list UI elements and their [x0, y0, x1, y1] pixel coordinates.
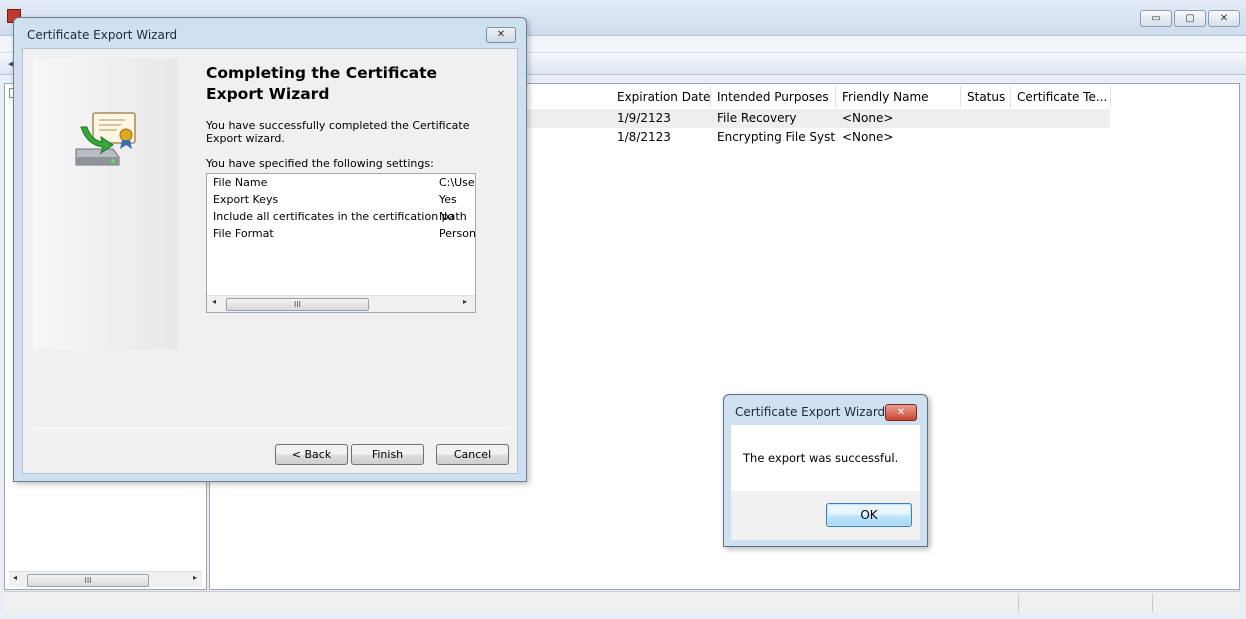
- maximize-button[interactable]: ▢: [1174, 10, 1206, 27]
- column-certificate-template[interactable]: Certificate Te...: [1011, 86, 1111, 108]
- scroll-thumb[interactable]: III: [27, 574, 149, 587]
- minimize-button[interactable]: ▭: [1140, 10, 1172, 27]
- settings-label: You have specified the following setting…: [206, 157, 434, 170]
- dialog-title: Certificate Export Wizard: [27, 28, 178, 42]
- list-item: Include all certificates in the certific…: [213, 208, 475, 225]
- setting-name: File Name: [213, 176, 268, 189]
- cell-friendly-name: <None>: [842, 130, 894, 144]
- setting-value: C:\User: [439, 176, 475, 189]
- settings-horizontal-scrollbar[interactable]: ◂ III ▸: [207, 295, 475, 312]
- divider: [33, 428, 509, 429]
- wizard-side-panel: [33, 59, 178, 349]
- message-content: The export was successful.: [731, 425, 920, 491]
- status-divider: [1152, 594, 1153, 612]
- setting-value: Yes: [439, 193, 457, 206]
- cancel-button[interactable]: Cancel: [436, 444, 509, 465]
- wizard-body: Completing the Certificate Export Wizard…: [22, 48, 518, 474]
- dialog-close-button[interactable]: ✕: [486, 27, 516, 43]
- close-window-button[interactable]: ✕: [1208, 10, 1240, 27]
- cell-friendly-name: <None>: [842, 111, 894, 125]
- list-item: File Name C:\User: [213, 174, 475, 191]
- settings-list[interactable]: File Name C:\User Export Keys Yes Includ…: [206, 173, 476, 313]
- status-divider: [1018, 594, 1019, 612]
- setting-value: Persona: [439, 227, 475, 240]
- back-button[interactable]: < Back: [275, 444, 348, 465]
- wizard-description: You have successfully completed the Cert…: [206, 119, 470, 145]
- tree-horizontal-scrollbar[interactable]: ◂ III ▸: [9, 571, 202, 587]
- ok-button[interactable]: OK: [826, 503, 912, 527]
- scroll-right-arrow-icon[interactable]: ▸: [463, 297, 467, 306]
- column-intended-purposes[interactable]: Intended Purposes: [711, 86, 836, 108]
- setting-name: File Format: [213, 227, 274, 240]
- cell-expiration: 1/8/2123: [617, 130, 671, 144]
- scroll-right-arrow-icon[interactable]: ▸: [193, 573, 197, 582]
- cell-purposes: Encrypting File Syst...: [717, 130, 836, 144]
- export-success-message-box: Certificate Export Wizard ✕ The export w…: [723, 394, 928, 547]
- scroll-left-arrow-icon[interactable]: ◂: [13, 573, 17, 582]
- setting-name: Export Keys: [213, 193, 279, 206]
- column-status[interactable]: Status: [961, 86, 1011, 108]
- scroll-thumb[interactable]: III: [226, 298, 369, 311]
- setting-name: Include all certificates in the certific…: [213, 210, 467, 223]
- cell-expiration: 1/9/2123: [617, 111, 671, 125]
- message-text: The export was successful.: [743, 451, 899, 465]
- status-bar: [4, 591, 1240, 613]
- message-box-title: Certificate Export Wizard: [735, 405, 886, 419]
- scroll-left-arrow-icon[interactable]: ◂: [212, 297, 216, 306]
- message-box-close-button[interactable]: ✕: [885, 404, 917, 421]
- column-friendly-name[interactable]: Friendly Name: [836, 86, 961, 108]
- list-item: Export Keys Yes: [213, 191, 475, 208]
- setting-value: No: [439, 210, 454, 223]
- finish-button[interactable]: Finish: [351, 444, 424, 465]
- certificate-export-wizard-dialog: Certificate Export Wizard ✕ Completing t…: [13, 17, 527, 482]
- certificate-export-icon: [75, 112, 136, 166]
- list-item: File Format Persona: [213, 225, 475, 242]
- column-expiration-date[interactable]: Expiration Date: [611, 86, 711, 108]
- cell-purposes: File Recovery: [717, 111, 797, 125]
- wizard-heading: Completing the Certificate Export Wizard: [206, 64, 438, 103]
- message-footer: OK: [731, 491, 920, 540]
